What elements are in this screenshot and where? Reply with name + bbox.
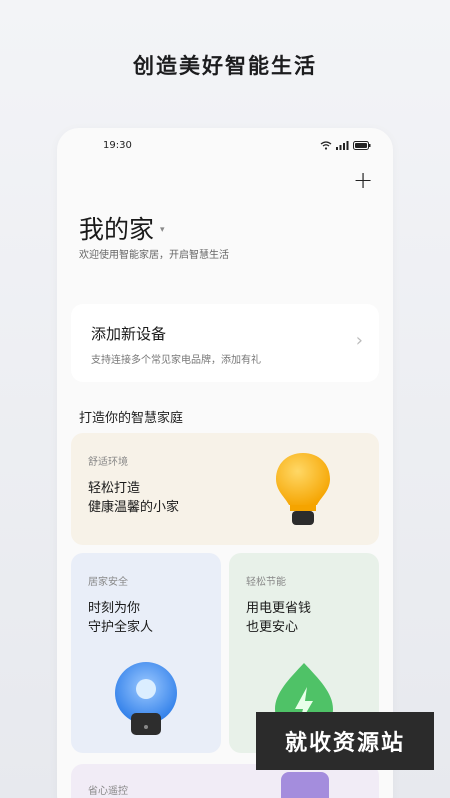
promo-headline: 创造美好智能生活	[133, 54, 317, 78]
home-selector[interactable]: 我的家 ▾	[79, 210, 165, 246]
add-device-title: 添加新设备	[91, 325, 167, 343]
energy-line-1: 用电更省钱	[246, 601, 312, 616]
caret-down-icon: ▾	[160, 225, 165, 235]
comfort-line-2: 健康温馨的小家	[88, 500, 180, 515]
comfort-tag: 舒适环境	[88, 457, 128, 468]
security-line-1: 时刻为你	[88, 601, 141, 616]
security-camera-icon	[115, 662, 177, 735]
wifi-icon	[320, 141, 332, 150]
signal-icon	[336, 141, 349, 150]
security-tag: 居家安全	[88, 577, 128, 588]
battery-icon	[353, 141, 371, 150]
remote-device-icon	[281, 772, 329, 798]
energy-tag: 轻松节能	[246, 577, 286, 588]
section-title: 打造你的智慧家庭	[79, 411, 184, 426]
security-card[interactable]: 居家安全 时刻为你 守护全家人	[71, 553, 221, 753]
home-title: 我的家	[79, 215, 155, 244]
phone-screen: 19:30 + 我的家 ▾ 欢迎使用智能家居，开启智慧生活 添加新设备 支持连接…	[57, 128, 393, 798]
status-time: 19:30	[103, 140, 132, 151]
add-device-subtitle: 支持连接多个常见家电品牌，添加有礼	[91, 355, 261, 366]
light-bulb-icon	[276, 453, 330, 525]
energy-line-2: 也更安心	[246, 620, 299, 635]
home-subtitle: 欢迎使用智能家居，开启智慧生活	[79, 250, 229, 261]
security-line-2: 守护全家人	[88, 620, 154, 635]
status-bar: 19:30	[57, 140, 393, 156]
watermark: 就收资源站	[256, 712, 434, 770]
add-device-card[interactable]: 添加新设备 支持连接多个常见家电品牌，添加有礼 ›	[71, 304, 379, 382]
comfort-card[interactable]: 舒适环境 轻松打造 健康温馨的小家	[71, 433, 379, 545]
chevron-right-icon: ›	[355, 330, 363, 351]
add-button[interactable]: +	[353, 168, 373, 192]
comfort-line-1: 轻松打造	[88, 481, 141, 496]
remote-tag: 省心遥控	[88, 786, 128, 797]
status-icons	[320, 141, 371, 150]
